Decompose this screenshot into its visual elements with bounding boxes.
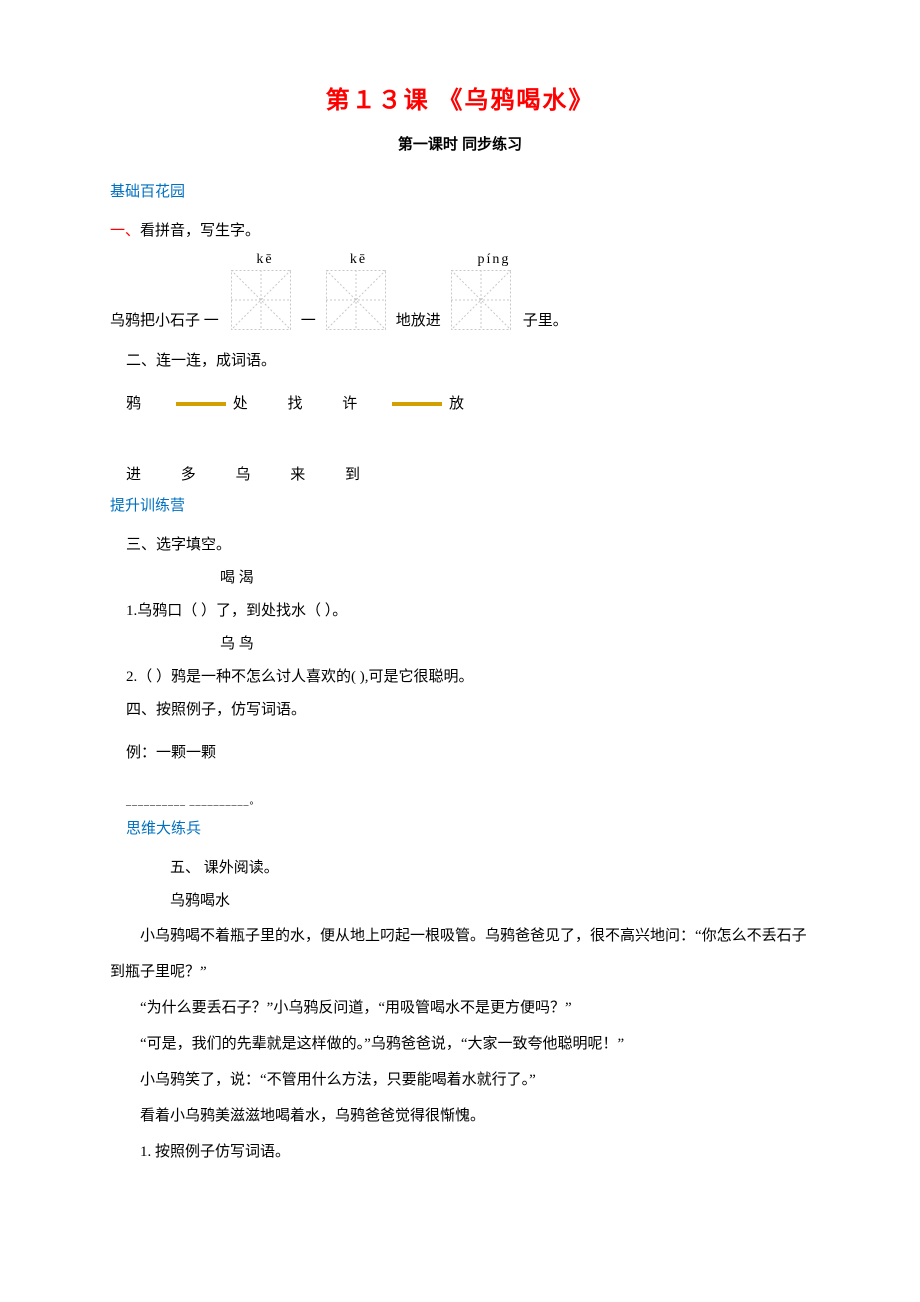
story-p1: 小乌鸦喝不着瓶子里的水，便从地上叼起一根吸管。乌鸦爸爸见了，很不高兴地问：“你怎…	[110, 918, 810, 990]
q3-pair2: 乌 鸟	[220, 628, 810, 661]
q2-r1-d: 许	[342, 392, 392, 413]
story-p3: “可是，我们的先辈就是这样做的。”乌鸦爸爸说，“大家一致夸他聪明呢！”	[110, 1026, 810, 1062]
story-body: 小乌鸦喝不着瓶子里的水，便从地上叼起一根吸管。乌鸦爸爸见了，很不高兴地问：“你怎…	[110, 918, 810, 1170]
q2-r2-e: 到	[345, 463, 395, 484]
q1-pinyin-row: kē kē píng	[230, 252, 810, 268]
story-p5: 看着小乌鸦美滋滋地喝着水，乌鸦爸爸觉得很惭愧。	[110, 1098, 810, 1134]
q1-text: 看拼音，写生字。	[140, 223, 260, 239]
pinyin-1: kē	[230, 252, 300, 268]
q1-pre: 乌鸦把小石子 一	[110, 309, 219, 330]
document-page: 第１３课 《乌鸦喝水》 第一课时 同步练习 基础百花园 一、看拼音，写生字。 k…	[0, 0, 920, 1230]
section-heading-basics: 基础百花园	[110, 180, 810, 201]
section-heading-thinking: 思维大练兵	[126, 817, 810, 838]
q2-r1-e: 放	[449, 392, 499, 413]
pinyin-2: kē	[324, 252, 394, 268]
story-p4: 小乌鸦笑了，说：“不管用什么方法，只要能喝着水就行了。”	[110, 1062, 810, 1098]
writing-box-3[interactable]	[451, 270, 511, 330]
grid-icon	[231, 270, 291, 330]
q2-label: 二、连一连，成词语。	[126, 346, 810, 376]
q1-after: 子里。	[523, 309, 568, 330]
q5-sub1: 1. 按照例子仿写词语。	[110, 1134, 810, 1170]
q5-story-title: 乌鸦喝水	[170, 885, 810, 918]
pinyin-3: píng	[459, 252, 529, 268]
spacer	[110, 419, 810, 457]
writing-box-2[interactable]	[326, 270, 386, 330]
q1-between2: 地放进	[396, 309, 441, 330]
q4-example: 例：一颗一颗	[126, 737, 810, 770]
dot-icon	[392, 402, 442, 406]
q2-row2: 进 多 乌 来 到	[126, 463, 810, 484]
q3-pair1: 喝 渴	[220, 562, 810, 595]
q1-sentence-row: 乌鸦把小石子 一 一 地放进	[110, 270, 810, 330]
q4-blanks[interactable]: __________ __________。	[126, 792, 810, 807]
q2-r2-c: 乌	[236, 463, 286, 484]
q2-r1-b: 处	[233, 392, 283, 413]
grid-icon	[451, 270, 511, 330]
q1-between1: 一	[301, 309, 316, 330]
q5-label: 五、 课外阅读。	[170, 852, 810, 885]
writing-box-1[interactable]	[231, 270, 291, 330]
q2-r2-b: 多	[181, 463, 231, 484]
q4-label: 四、按照例子，仿写词语。	[126, 694, 810, 727]
section-heading-advanced: 提升训练营	[110, 494, 810, 515]
q3-item1: 1.乌鸦口（ ）了，到处找水（ ）。	[126, 595, 810, 628]
q2-r2-d: 来	[290, 463, 340, 484]
q2-r2-a: 进	[126, 463, 176, 484]
q2-r1-c: 找	[288, 392, 338, 413]
q3-item2: 2.（ ）鸦是一种不怎么讨人喜欢的( ),可是它很聪明。	[126, 661, 810, 694]
grid-icon	[326, 270, 386, 330]
q2-r1-a: 鸦	[126, 392, 176, 413]
q1-label: 一、看拼音，写生字。	[110, 215, 810, 248]
lesson-subtitle: 第一课时 同步练习	[110, 133, 810, 154]
q1-number: 一、	[110, 223, 140, 239]
dot-icon	[176, 402, 226, 406]
q2-row1: 鸦 处 找 许 放	[126, 392, 810, 413]
story-p2: “为什么要丢石子？”小乌鸦反问道，“用吸管喝水不是更方便吗？”	[110, 990, 810, 1026]
lesson-title: 第１３课 《乌鸦喝水》	[110, 80, 810, 115]
q3-label: 三、选字填空。	[126, 529, 810, 562]
